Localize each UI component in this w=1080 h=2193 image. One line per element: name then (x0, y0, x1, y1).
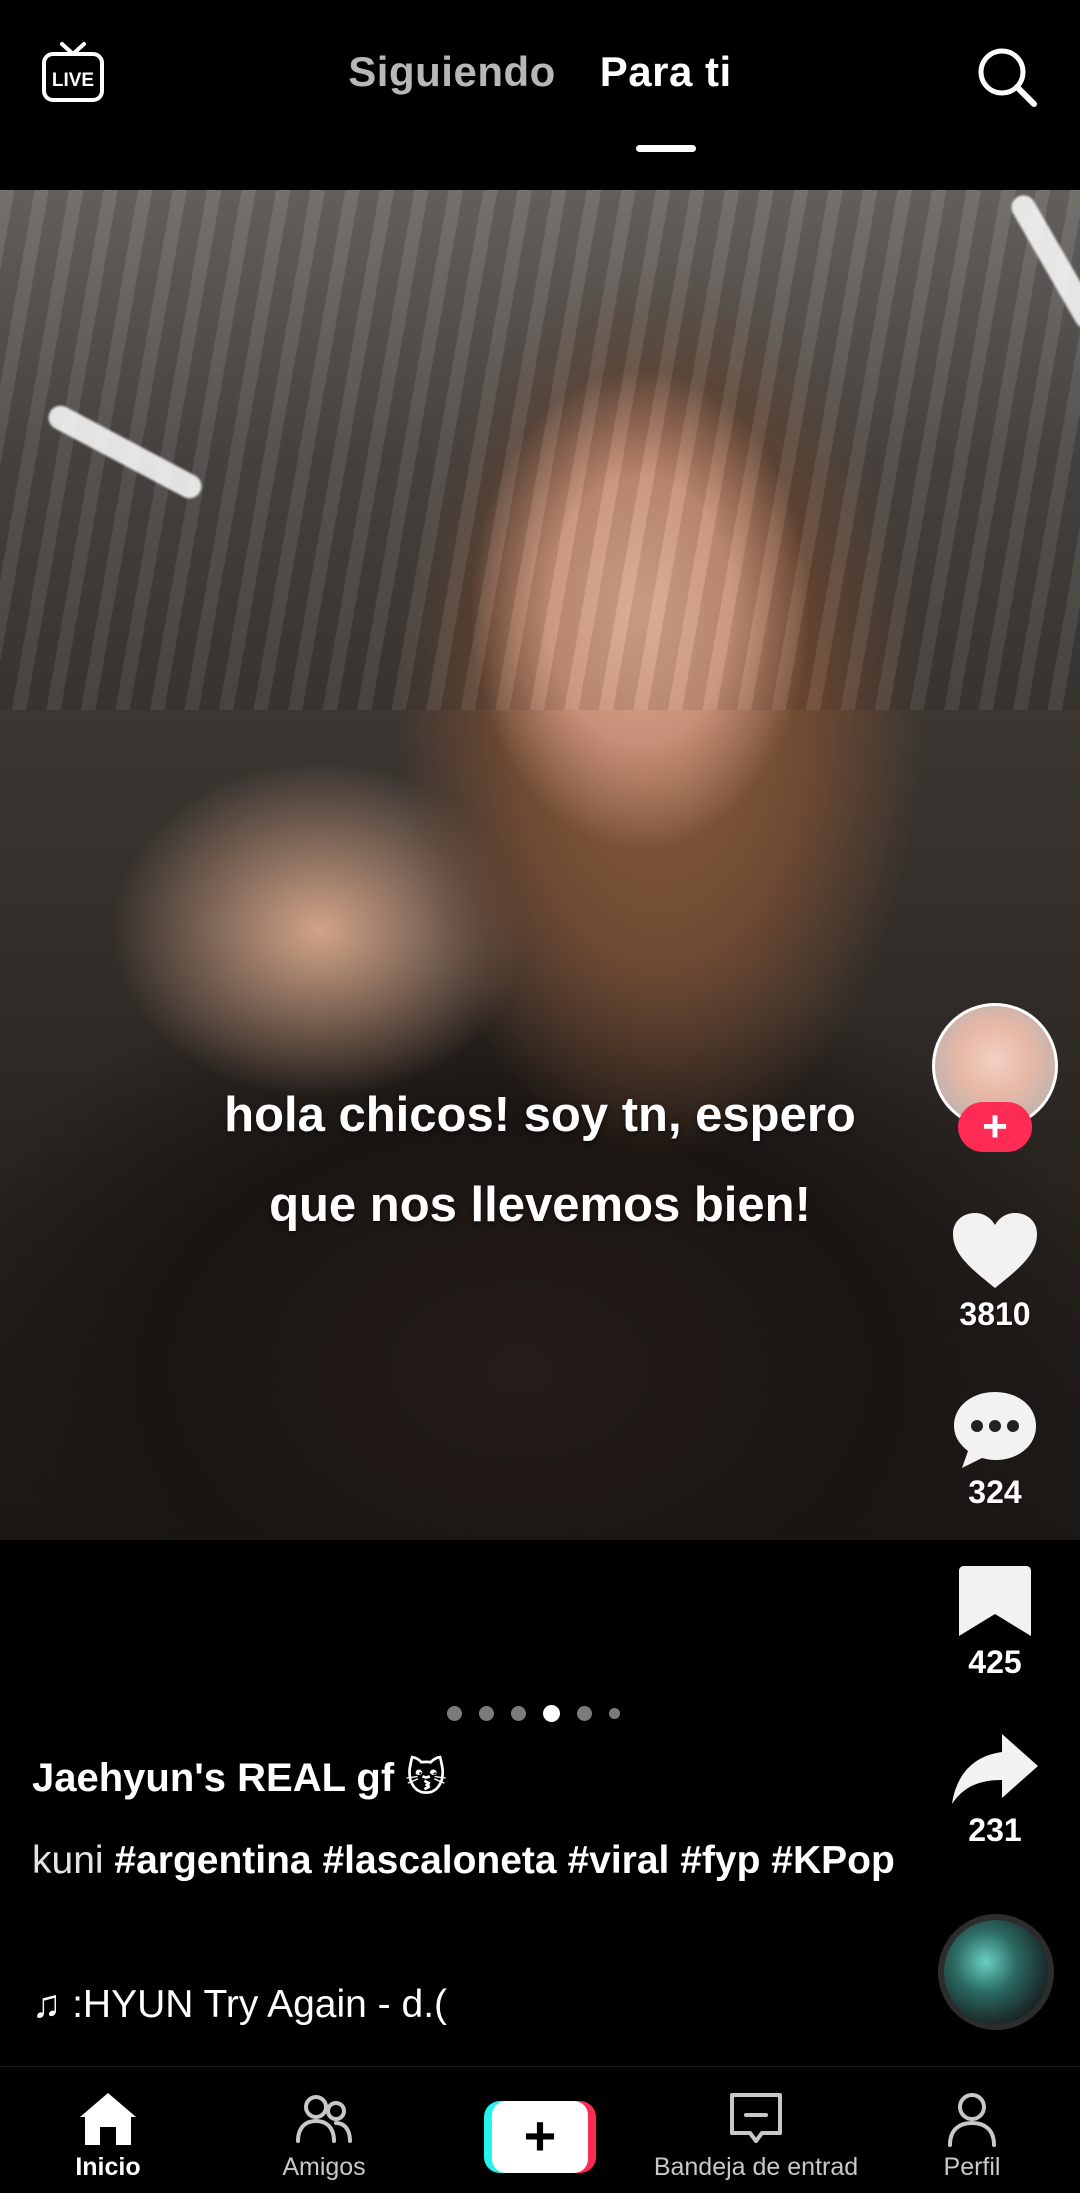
nav-profile-label: Perfil (943, 2153, 1001, 2181)
feed-tabs: Siguiendo Para ti (0, 48, 1080, 96)
hashtag[interactable]: #lascaloneta (322, 1839, 556, 1882)
photo-background (0, 190, 1080, 710)
nav-friends[interactable]: Amigos (216, 2067, 432, 2193)
plus-icon: + (492, 2101, 588, 2173)
comment-action[interactable]: 324 (930, 1388, 1060, 1511)
share-count: 231 (968, 1812, 1022, 1848)
desc-text: kuni (32, 1839, 104, 1882)
tab-para-ti[interactable]: Para ti (600, 48, 732, 96)
nav-home[interactable]: Inicio (0, 2067, 216, 2193)
nav-inbox[interactable]: Bandeja de entrad (648, 2067, 864, 2193)
hashtag[interactable]: #KPop (771, 1839, 895, 1882)
nav-home-label: Inicio (75, 2153, 141, 2181)
post-photo[interactable]: hola chicos! soy tn, espero que nos llev… (0, 190, 1080, 1540)
nav-create[interactable]: + (432, 2067, 648, 2193)
tab-siguiendo[interactable]: Siguiendo (348, 48, 556, 96)
music-disc-icon[interactable] (938, 1914, 1054, 2030)
carousel-dot-active (542, 1705, 560, 1722)
carousel-dot (608, 1708, 620, 1719)
post-username[interactable]: Jaehyun's REAL gf 😽 (32, 1755, 447, 1801)
hashtag[interactable]: #viral (567, 1839, 669, 1882)
caption-line-1: hola chicos! soy tn, espero (224, 1088, 856, 1142)
nav-profile[interactable]: Perfil (864, 2067, 1080, 2193)
carousel-dot (446, 1706, 462, 1721)
create-button[interactable]: + (484, 2101, 596, 2173)
save-action[interactable]: 425 (930, 1562, 1060, 1681)
follow-button[interactable]: + (958, 1102, 1032, 1152)
home-icon (80, 2093, 136, 2145)
like-action[interactable]: 3810 (930, 1210, 1060, 1333)
music-title: ♫ :HYUN Try Again - d.( (32, 1983, 448, 2026)
carousel-dot (510, 1706, 526, 1721)
post-description[interactable]: kuni #argentina #lascaloneta #viral #fyp… (32, 1830, 912, 1892)
inbox-icon (730, 2093, 782, 2143)
comment-icon[interactable] (950, 1388, 1040, 1470)
caption-line-2: que nos llevemos bien! (269, 1178, 811, 1232)
heart-icon[interactable] (950, 1210, 1040, 1292)
like-count: 3810 (959, 1296, 1031, 1332)
search-icon[interactable] (974, 44, 1040, 110)
friends-icon (296, 2095, 352, 2143)
nav-friends-label: Amigos (282, 2153, 366, 2181)
hashtag[interactable]: #fyp (680, 1839, 760, 1882)
save-count: 425 (968, 1644, 1022, 1680)
top-bar: LIVE Siguiendo Para ti (0, 0, 1080, 190)
share-arrow-icon[interactable] (950, 1730, 1040, 1808)
bottom-nav: Inicio Amigos + Bandeja de entrad Perfil (0, 2066, 1080, 2193)
nav-inbox-label: Bandeja de entrad (653, 2153, 859, 2181)
comment-count: 324 (968, 1474, 1022, 1510)
photo-caption: hola chicos! soy tn, espero que nos llev… (0, 1070, 1080, 1250)
hashtag[interactable]: #argentina (114, 1839, 311, 1882)
carousel-indicator (0, 1705, 1080, 1722)
profile-icon (948, 2093, 996, 2147)
music-ticker[interactable]: ♫ :HYUN Try Again - d.( (32, 1980, 502, 2030)
share-action[interactable]: 231 (930, 1730, 1060, 1849)
carousel-dot (478, 1706, 494, 1721)
carousel-dot (576, 1706, 592, 1721)
bookmark-icon[interactable] (950, 1562, 1040, 1640)
